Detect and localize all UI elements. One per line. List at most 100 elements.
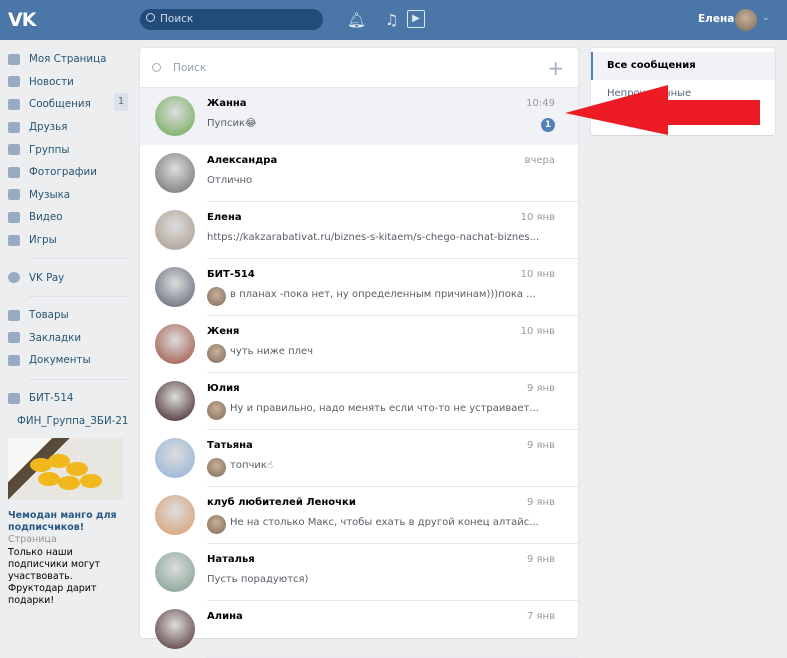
play-icon[interactable]: ▶ [407,10,425,28]
dialog-row[interactable]: БИТ-514 10 янв в планах -пока нет, ну оп… [140,259,578,316]
search-placeholder: Поиск [160,13,194,25]
sidebar-item-label: Музыка [29,188,71,201]
dialog-time: 10:49 [526,98,555,109]
dialog-time: 10 янв [520,326,555,337]
dialog-name: Александра [207,155,278,166]
ad-title[interactable]: Чемодан манго для подписчиков! [8,510,128,534]
dialog-row[interactable]: Жанна 10:49 Пупсик😂 1 [140,88,578,145]
sidebar-item-games[interactable]: Игры [8,229,128,252]
dialog-preview: Не на столько Макс, чтобы ехать в другой… [230,517,539,528]
dialogs-search-input[interactable]: Поиск + [140,48,578,88]
dialog-row[interactable]: клуб любителей Леночки 9 янв Не на столь… [140,487,578,544]
sidebar-item-group-bit-514[interactable]: БИТ-514 [8,387,128,410]
dialog-preview: Пусть порадуются) [207,574,309,585]
dialog-preview: Пупсик😂 [207,118,257,129]
dialog-preview: топчик☝ [230,460,274,471]
dialog-preview: https://kakzarabativat.ru/biznes-s-kitae… [207,232,540,243]
dialog-avatar [155,210,195,250]
dialog-row[interactable]: Елена 10 янв https://kakzarabativat.ru/b… [140,202,578,259]
bookmarks-icon [8,332,20,344]
news-icon [8,76,20,88]
dialog-row[interactable]: Алина 7 янв [140,601,578,658]
music-icon[interactable]: ♫ [385,11,398,29]
divider [29,378,128,380]
dialog-row[interactable]: Татьяна 9 янв топчик☝ [140,430,578,487]
search-icon [152,63,161,72]
games-icon [8,234,20,246]
filter-all-messages[interactable]: Все сообщения [591,52,775,80]
dialog-row[interactable]: Наталья 9 янв Пусть порадуются) [140,544,578,601]
new-message-plus-icon[interactable]: + [547,48,564,88]
sidebar-item-label: Видео [29,211,63,224]
dialog-name: Татьяна [207,440,253,451]
dialog-name: Алина [207,611,243,622]
sidebar-item-music[interactable]: Музыка [8,184,128,207]
dialog-time: 10 янв [520,269,555,280]
sidebar-item-friends[interactable]: Друзья [8,116,128,139]
user-avatar[interactable] [735,9,757,31]
dialog-preview: в планах -пока нет, ну определенным прич… [230,289,536,300]
sidebar-item-label: Новости [29,75,74,88]
dialog-name: Юлия [207,383,240,394]
header-search-input[interactable]: Поиск [140,9,323,30]
search-placeholder: Поиск [173,62,207,74]
sidebar-item-label: Игры [29,234,57,247]
sidebar-item-label: Товары [29,309,69,322]
sidebar-item-label: БИТ-514 [29,392,74,405]
dialog-name: Жанна [207,98,247,109]
dialog-avatar [155,552,195,592]
dialog-name: Женя [207,326,240,337]
sidebar-item-photos[interactable]: Фотографии [8,161,128,184]
sidebar-item-label: Фотографии [29,166,97,179]
dialog-row[interactable]: Женя 10 янв чуть ниже плеч [140,316,578,373]
dialog-row[interactable]: Юлия 9 янв Ну и правильно, надо менять е… [140,373,578,430]
photos-icon [8,166,20,178]
dialog-time: вчера [524,155,555,166]
sidebar-item-label: Документы [29,354,91,367]
top-header: VK Поиск 🔔︎ ♫ ▶ Елена ⌄ [0,0,787,40]
dialog-time: 9 янв [527,440,555,451]
sidebar-item-vk-pay[interactable]: VK Pay [8,266,128,289]
sidebar-item-documents[interactable]: Документы [8,349,128,372]
dialog-name: Наталья [207,554,255,565]
ad-image[interactable] [8,437,123,500]
filter-unread[interactable]: Непрочитанные [591,80,775,108]
sender-avatar [207,287,226,306]
vk-logo[interactable]: VK [8,9,36,31]
sidebar-item-goods[interactable]: Товары [8,304,128,327]
sender-avatar [207,515,226,534]
sender-avatar [207,401,226,420]
sidebar-item-video[interactable]: Видео [8,206,128,229]
dialog-name: БИТ-514 [207,269,255,280]
sidebar-item-news[interactable]: Новости [8,71,128,94]
sidebar-item-messages[interactable]: Сообщения 1 [8,93,128,116]
divider [29,258,128,260]
group-bit-514-icon [8,392,20,404]
sidebar-item-home[interactable]: Моя Страница [8,48,128,71]
user-name[interactable]: Елена [698,13,734,25]
goods-icon [8,309,20,321]
sidebar-item-groups[interactable]: Группы [8,138,128,161]
sidebar-item-label: Группы [29,143,70,156]
dialog-time: 10 янв [520,212,555,223]
dialogs-panel: Поиск + Жанна 10:49 Пупсик😂 1 Александра … [140,48,578,658]
vk-pay-icon [8,272,20,284]
dialog-time: 9 янв [527,383,555,394]
messages-icon [8,98,20,110]
ad-subtitle: Страница [8,533,57,545]
bell-icon[interactable]: 🔔︎ [347,11,366,29]
chevron-down-icon[interactable]: ⌄ [762,13,770,23]
sidebar-item-label: Сообщения [29,98,91,111]
friends-icon [8,121,20,133]
dialog-name: клуб любителей Леночки [207,497,356,508]
dialog-preview: Отлично [207,175,253,186]
dialog-avatar [155,438,195,478]
dialog-avatar [155,495,195,535]
ad-description: Только наши подписчики могут участвовать… [8,546,101,606]
sidebar-item-group-fin[interactable]: ФИН_Группа_ЗБИ-21 [8,409,128,432]
sidebar-item-bookmarks[interactable]: Закладки [8,327,128,350]
sidebar-item-label: Друзья [29,121,68,134]
dialog-row[interactable]: Александра вчера Отлично [140,145,578,202]
dialog-time: 7 янв [527,611,555,622]
sender-avatar [207,344,226,363]
